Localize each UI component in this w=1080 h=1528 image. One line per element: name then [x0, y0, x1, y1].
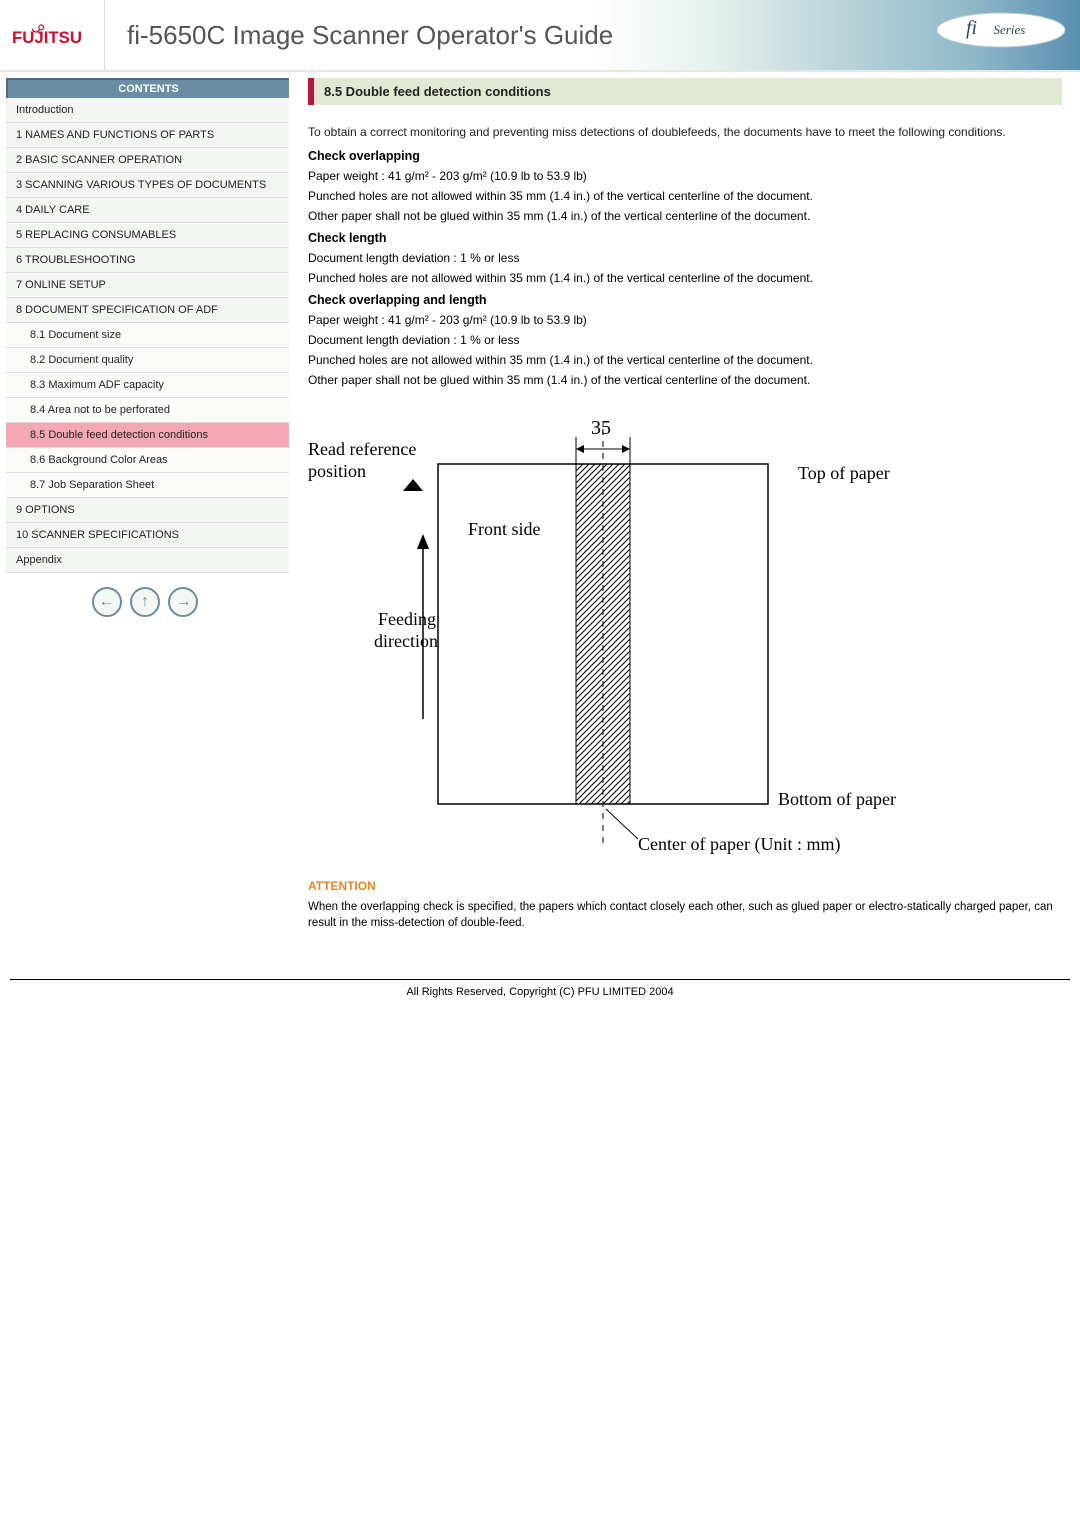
diagram-label-center: Center of paper (Unit : mm) [638, 834, 840, 855]
toc-item-8-2[interactable]: 8.2 Document quality [6, 348, 289, 373]
body-text: Document length deviation : 1 % or less [308, 333, 1062, 347]
body-text: Punched holes are not allowed within 35 … [308, 353, 1062, 367]
toc-item-8-6[interactable]: 8.6 Background Color Areas [6, 448, 289, 473]
toc-item-ch8[interactable]: 8 DOCUMENT SPECIFICATION OF ADF [6, 298, 289, 323]
body-text: Punched holes are not allowed within 35 … [308, 189, 1062, 203]
body-text: Document length deviation : 1 % or less [308, 251, 1062, 265]
toc-item-ch2[interactable]: 2 BASIC SCANNER OPERATION [6, 148, 289, 173]
toc-item-8-4[interactable]: 8.4 Area not to be perforated [6, 398, 289, 423]
document-diagram: Read reference position 35 Front side Fe… [308, 409, 928, 869]
toc-item-ch9[interactable]: 9 OPTIONS [6, 498, 289, 523]
toc-item-appendix[interactable]: Appendix [6, 548, 289, 573]
heading-check-overlapping-length: Check overlapping and length [308, 293, 1062, 307]
svg-text:fi: fi [966, 17, 977, 39]
intro-text: To obtain a correct monitoring and preve… [308, 125, 1062, 139]
body-text: Paper weight : 41 g/m² - 203 g/m² (10.9 … [308, 313, 1062, 327]
heading-check-overlapping: Check overlapping [308, 149, 1062, 163]
toc-item-8-1[interactable]: 8.1 Document size [6, 323, 289, 348]
toc-item-ch4[interactable]: 4 DAILY CARE [6, 198, 289, 223]
toc-item-introduction[interactable]: Introduction [6, 98, 289, 123]
nav-prev-button[interactable]: ← [92, 587, 122, 617]
sidebar: CONTENTS Introduction 1 NAMES AND FUNCTI… [0, 72, 290, 951]
nav-next-button[interactable]: → [168, 587, 198, 617]
toc-header: CONTENTS [6, 78, 289, 98]
toc-item-ch6[interactable]: 6 TROUBLESHOOTING [6, 248, 289, 273]
body-text: Other paper shall not be glued within 35… [308, 209, 1062, 223]
attention-label: ATTENTION [308, 879, 1062, 893]
diagram-label-35: 35 [591, 417, 611, 440]
arrow-up-icon: ↑ [141, 593, 149, 611]
svg-text:FUJITSU: FUJITSU [12, 28, 82, 47]
page-header: FUJITSU fi-5650C Image Scanner Operator'… [0, 0, 1080, 72]
nav-buttons: ← ↑ → [0, 573, 290, 631]
arrow-right-icon: → [175, 593, 191, 611]
diagram-label-front-side: Front side [468, 519, 541, 540]
diagram-label-read-ref-2: position [308, 461, 366, 482]
main-content: 8.5 Double feed detection conditions To … [290, 72, 1080, 951]
page-title: fi-5650C Image Scanner Operator's Guide [105, 20, 613, 51]
diagram-label-read-ref-1: Read reference [308, 439, 416, 460]
body-text: Punched holes are not allowed within 35 … [308, 271, 1062, 285]
attention-body: When the overlapping check is specified,… [308, 899, 1062, 931]
nav-up-button[interactable]: ↑ [130, 587, 160, 617]
footer-divider [10, 979, 1070, 980]
fujitsu-logo-icon: FUJITSU [12, 21, 92, 49]
section-title: 8.5 Double feed detection conditions [308, 78, 1062, 105]
arrow-left-icon: ← [99, 593, 115, 611]
toc-item-8-5[interactable]: 8.5 Double feed detection conditions [6, 423, 289, 448]
toc-item-ch1[interactable]: 1 NAMES AND FUNCTIONS OF PARTS [6, 123, 289, 148]
toc-item-8-3[interactable]: 8.3 Maximum ADF capacity [6, 373, 289, 398]
diagram-label-feeding-1: Feeding [378, 609, 436, 630]
diagram-label-feeding-2: direction [374, 631, 438, 652]
body-text: Other paper shall not be glued within 35… [308, 373, 1062, 387]
diagram-label-top: Top of paper [798, 463, 890, 484]
toc-item-8-7[interactable]: 8.7 Job Separation Sheet [6, 473, 289, 498]
fi-series-badge-icon: fi Series [936, 10, 1066, 50]
body-text: Paper weight : 41 g/m² - 203 g/m² (10.9 … [308, 169, 1062, 183]
svg-text:Series: Series [994, 22, 1026, 37]
toc-item-ch7[interactable]: 7 ONLINE SETUP [6, 273, 289, 298]
brand-logo: FUJITSU [0, 0, 105, 70]
toc-item-ch10[interactable]: 10 SCANNER SPECIFICATIONS [6, 523, 289, 548]
toc-item-ch5[interactable]: 5 REPLACING CONSUMABLES [6, 223, 289, 248]
footer-copyright: All Rights Reserved, Copyright (C) PFU L… [0, 986, 1080, 1038]
diagram-label-bottom: Bottom of paper [778, 789, 896, 810]
toc-item-ch3[interactable]: 3 SCANNING VARIOUS TYPES OF DOCUMENTS [6, 173, 289, 198]
heading-check-length: Check length [308, 231, 1062, 245]
